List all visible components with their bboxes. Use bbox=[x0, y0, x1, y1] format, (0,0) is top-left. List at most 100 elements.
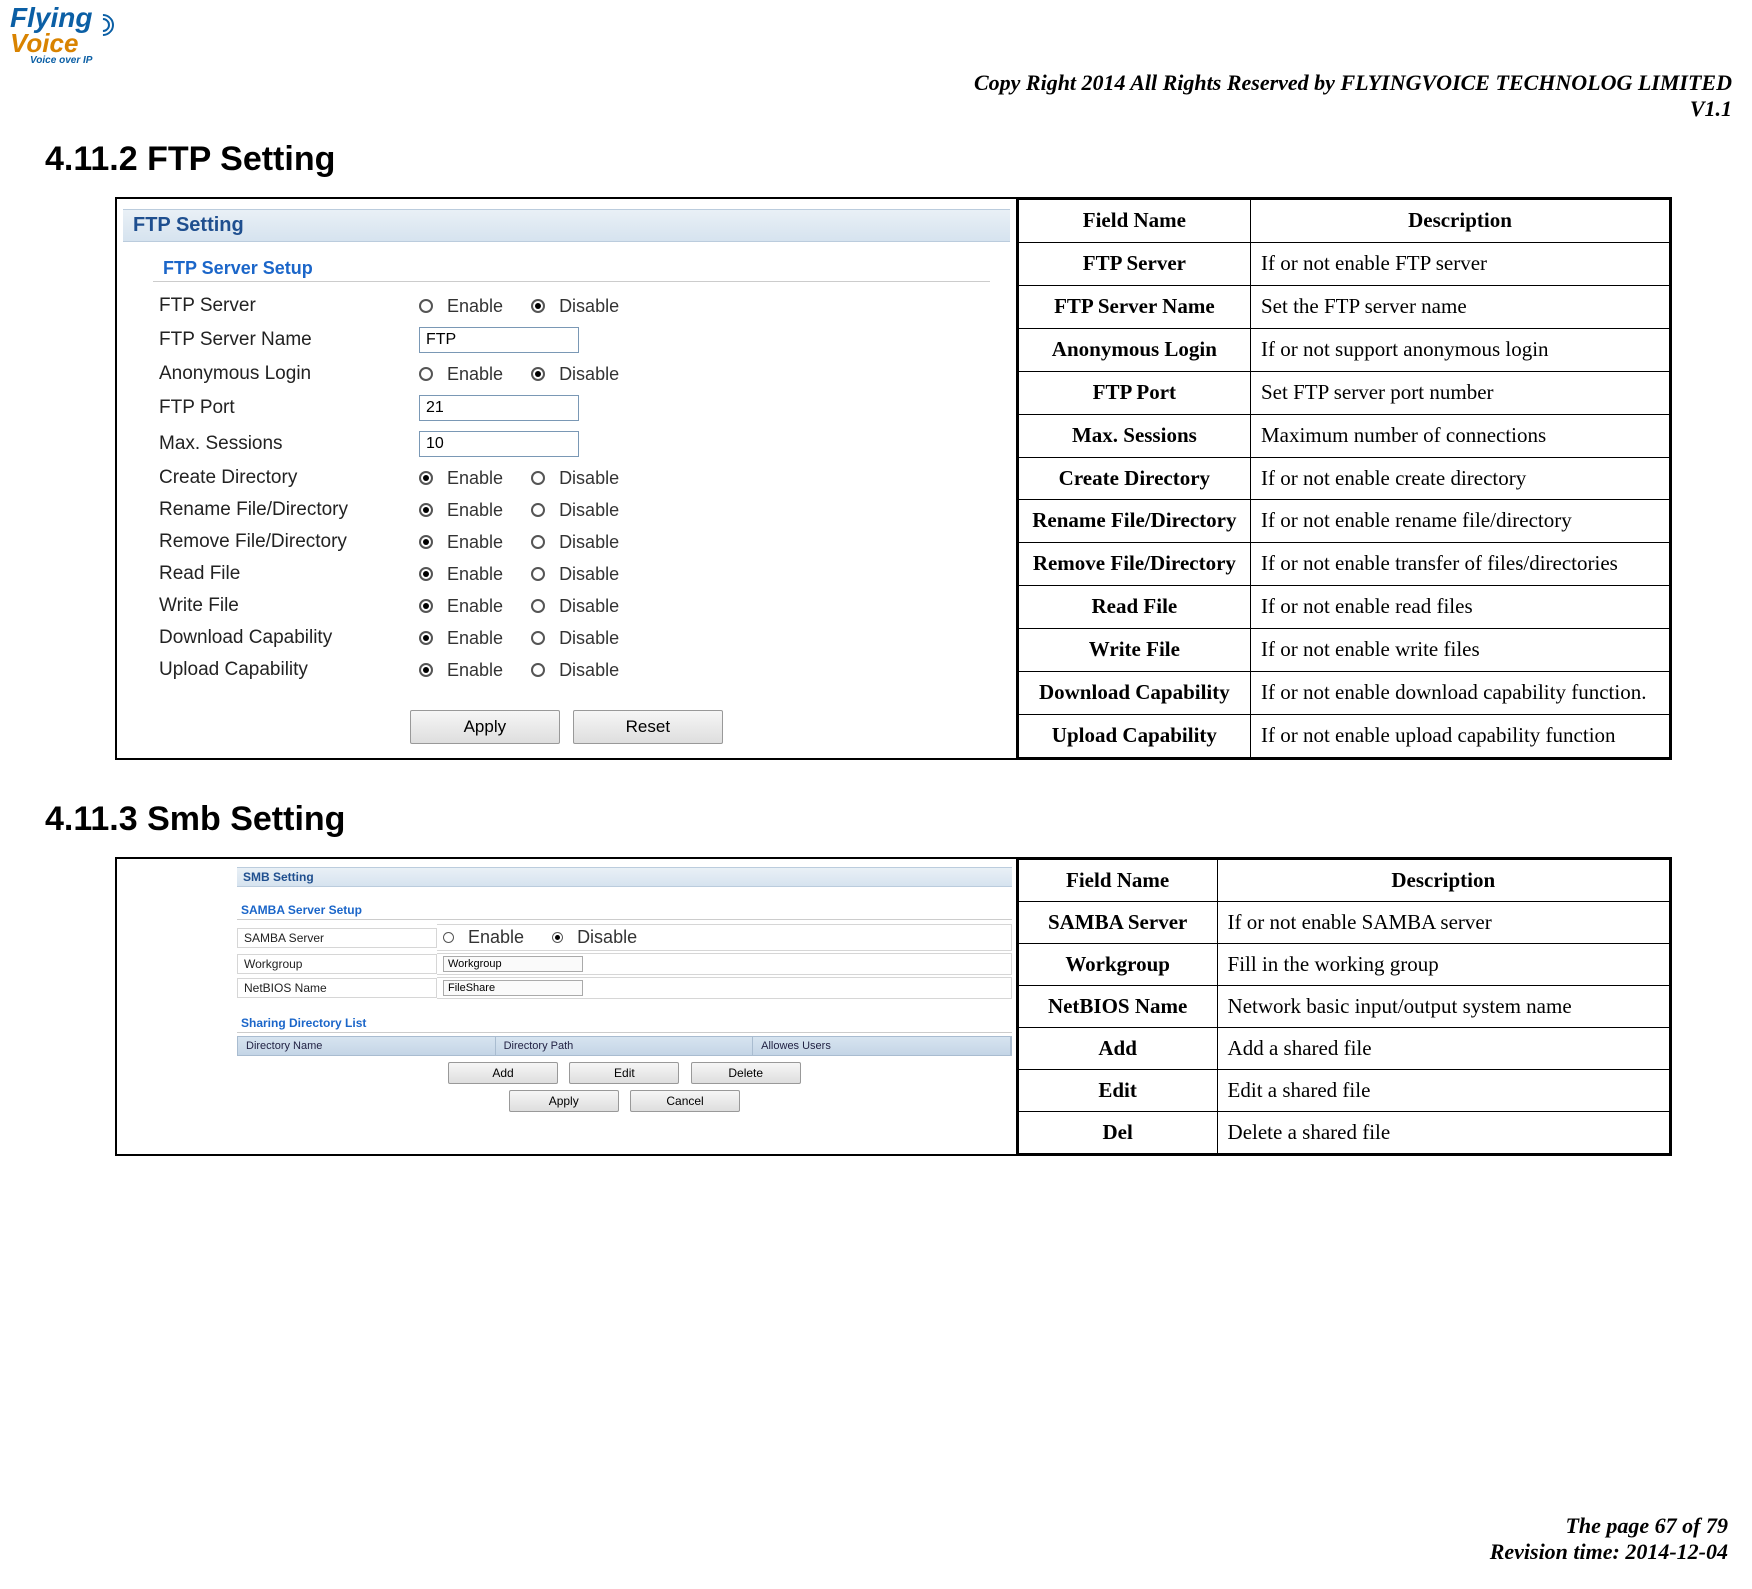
share-group-title: Sharing Directory List bbox=[237, 1014, 1012, 1033]
row-write-file: Write File Enable Disable bbox=[123, 590, 1010, 622]
row-download-cap: Download Capability Enable Disable bbox=[123, 622, 1010, 654]
label-max-sessions: Max. Sessions bbox=[159, 433, 419, 455]
copyright-text: Copy Right 2014 All Rights Reserved by F… bbox=[974, 70, 1732, 96]
table-header-row: Field Name Description bbox=[1018, 200, 1669, 243]
row-remove: Remove File/Directory Enable Disable bbox=[123, 526, 1010, 558]
radio-rename-enable[interactable] bbox=[419, 503, 433, 517]
smb-action-row: Apply Cancel bbox=[237, 1090, 1012, 1112]
radio-ftp-server-disable[interactable] bbox=[531, 299, 545, 313]
row-anon-login: Anonymous Login Enable Disable bbox=[123, 358, 1010, 390]
row-read-file: Read File Enable Disable bbox=[123, 558, 1010, 590]
radio-read-enable[interactable] bbox=[419, 567, 433, 581]
table-header-row: Field Name Description bbox=[1018, 860, 1669, 902]
ftp-screenshot: FTP Setting FTP Server Setup FTP Server … bbox=[117, 199, 1018, 758]
label-upload-cap: Upload Capability bbox=[159, 659, 419, 681]
apply-button[interactable]: Apply bbox=[410, 710, 560, 744]
table-row: NetBIOS NameNetwork basic input/output s… bbox=[1018, 986, 1669, 1028]
radio-samba-disable[interactable] bbox=[552, 932, 563, 943]
label-ftp-server-name: FTP Server Name bbox=[159, 329, 419, 351]
edit-button[interactable]: Edit bbox=[569, 1062, 679, 1084]
radio-ftp-server-enable[interactable] bbox=[419, 299, 433, 313]
smb-group-title: SAMBA Server Setup bbox=[237, 901, 1012, 920]
add-button[interactable]: Add bbox=[448, 1062, 558, 1084]
row-netbios: NetBIOS Name bbox=[237, 976, 1012, 1000]
col-field-name: Field Name bbox=[1018, 200, 1250, 243]
table-row: Rename File/DirectoryIf or not enable re… bbox=[1018, 500, 1669, 543]
table-row: Write FileIf or not enable write files bbox=[1018, 629, 1669, 672]
col-allowed-users: Allowes Users bbox=[753, 1037, 1011, 1055]
input-ftp-server-name[interactable] bbox=[419, 327, 579, 353]
version-text: V1.1 bbox=[974, 96, 1732, 122]
radio-remove-disable[interactable] bbox=[531, 535, 545, 549]
label-samba-server: SAMBA Server bbox=[237, 928, 437, 948]
radio-download-enable[interactable] bbox=[419, 631, 433, 645]
table-row: Upload CapabilityIf or not enable upload… bbox=[1018, 715, 1669, 758]
radio-upload-enable[interactable] bbox=[419, 663, 433, 677]
col-description: Description bbox=[1250, 200, 1669, 243]
ftp-panel-title: FTP Setting bbox=[123, 209, 1010, 242]
heading-ftp: 4.11.2 FTP Setting bbox=[45, 140, 1732, 179]
table-row: EditEdit a shared file bbox=[1018, 1070, 1669, 1112]
ftp-group-title: FTP Server Setup bbox=[153, 256, 990, 282]
smb-apply-button[interactable]: Apply bbox=[509, 1090, 619, 1112]
radio-create-enable[interactable] bbox=[419, 471, 433, 485]
row-upload-cap: Upload Capability Enable Disable bbox=[123, 654, 1010, 686]
table-row: Create DirectoryIf or not enable create … bbox=[1018, 457, 1669, 500]
label-rename: Rename File/Directory bbox=[159, 499, 419, 521]
col-field-name: Field Name bbox=[1018, 860, 1217, 902]
table-row: WorkgroupFill in the working group bbox=[1018, 944, 1669, 986]
table-row: FTP Server NameSet the FTP server name bbox=[1018, 285, 1669, 328]
radio-remove-enable[interactable] bbox=[419, 535, 433, 549]
header-right: Copy Right 2014 All Rights Reserved by F… bbox=[974, 70, 1732, 122]
row-ftp-port: FTP Port bbox=[123, 390, 1010, 426]
col-description: Description bbox=[1217, 860, 1669, 902]
row-workgroup: Workgroup bbox=[237, 952, 1012, 976]
radio-anon-disable[interactable] bbox=[531, 367, 545, 381]
label-ftp-port: FTP Port bbox=[159, 397, 419, 419]
ftp-figure-row: FTP Setting FTP Server Setup FTP Server … bbox=[115, 197, 1672, 760]
row-rename: Rename File/Directory Enable Disable bbox=[123, 494, 1010, 526]
radio-samba-enable[interactable] bbox=[443, 932, 454, 943]
row-samba-server: SAMBA Server Enable Disable bbox=[237, 923, 1012, 952]
radio-write-disable[interactable] bbox=[531, 599, 545, 613]
reset-button[interactable]: Reset bbox=[573, 710, 723, 744]
ftp-description-table: Field Name Description FTP ServerIf or n… bbox=[1018, 199, 1670, 758]
table-row: AddAdd a shared file bbox=[1018, 1028, 1669, 1070]
delete-button[interactable]: Delete bbox=[691, 1062, 801, 1084]
logo: Flying Voice Voice over IP bbox=[10, 2, 114, 66]
table-row: Max. SessionsMaximum number of connectio… bbox=[1018, 414, 1669, 457]
label-remove: Remove File/Directory bbox=[159, 531, 419, 553]
radio-anon-enable[interactable] bbox=[419, 367, 433, 381]
smb-cancel-button[interactable]: Cancel bbox=[630, 1090, 740, 1112]
radio-rename-disable[interactable] bbox=[531, 503, 545, 517]
label-download-cap: Download Capability bbox=[159, 627, 419, 649]
input-max-sessions[interactable] bbox=[419, 431, 579, 457]
table-row: Anonymous LoginIf or not support anonymo… bbox=[1018, 328, 1669, 371]
smb-figure-row: SMB Setting SAMBA Server Setup SAMBA Ser… bbox=[115, 857, 1672, 1156]
radio-write-enable[interactable] bbox=[419, 599, 433, 613]
wifi-icon bbox=[92, 12, 114, 34]
share-table-header: Directory Name Directory Path Allowes Us… bbox=[237, 1036, 1012, 1056]
input-netbios[interactable] bbox=[443, 980, 583, 996]
ftp-button-row: Apply Reset bbox=[123, 710, 1010, 744]
col-dir-name: Directory Name bbox=[238, 1037, 496, 1055]
label-workgroup: Workgroup bbox=[237, 954, 437, 974]
input-workgroup[interactable] bbox=[443, 956, 583, 972]
page-footer: The page 67 of 79 Revision time: 2014-12… bbox=[1490, 1513, 1728, 1565]
label-anon-login: Anonymous Login bbox=[159, 363, 419, 385]
smb-description-table: Field Name Description SAMBA ServerIf or… bbox=[1018, 859, 1670, 1154]
label-ftp-server: FTP Server bbox=[159, 295, 419, 317]
table-row: Read FileIf or not enable read files bbox=[1018, 586, 1669, 629]
radio-create-disable[interactable] bbox=[531, 471, 545, 485]
smb-screenshot: SMB Setting SAMBA Server Setup SAMBA Ser… bbox=[117, 859, 1018, 1154]
row-max-sessions: Max. Sessions bbox=[123, 426, 1010, 462]
table-row: FTP ServerIf or not enable FTP server bbox=[1018, 242, 1669, 285]
table-row: Download CapabilityIf or not enable down… bbox=[1018, 672, 1669, 715]
row-ftp-server: FTP Server Enable Disable bbox=[123, 290, 1010, 322]
radio-read-disable[interactable] bbox=[531, 567, 545, 581]
smb-panel-title: SMB Setting bbox=[237, 867, 1012, 887]
radio-upload-disable[interactable] bbox=[531, 663, 545, 677]
heading-smb: 4.11.3 Smb Setting bbox=[45, 800, 1732, 839]
radio-download-disable[interactable] bbox=[531, 631, 545, 645]
input-ftp-port[interactable] bbox=[419, 395, 579, 421]
